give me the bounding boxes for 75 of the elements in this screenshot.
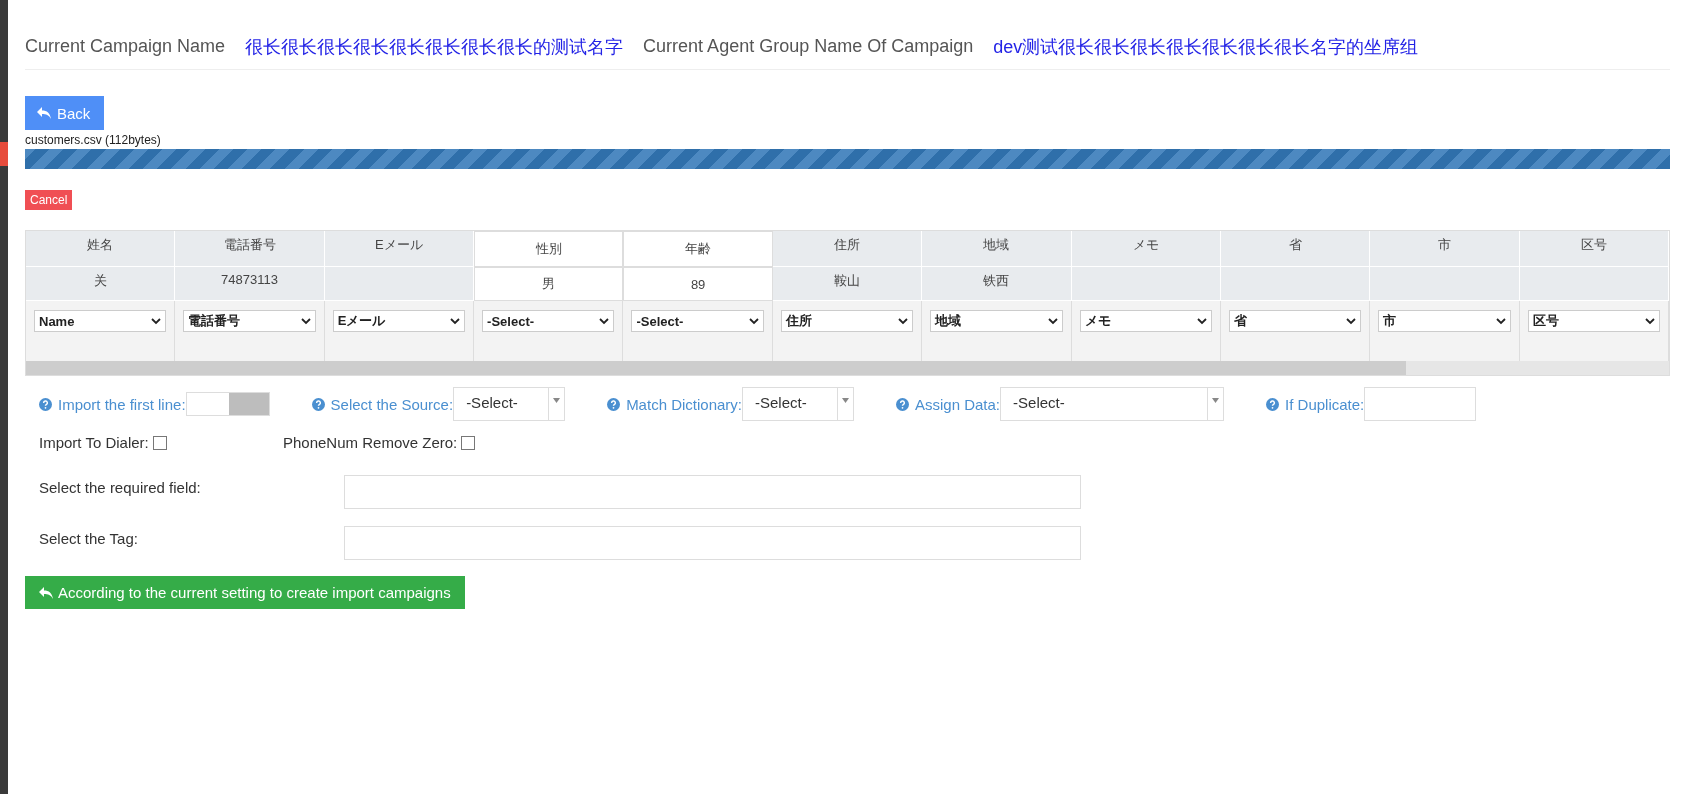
select-field[interactable]: -Select-	[453, 387, 566, 421]
checkbox[interactable]	[461, 435, 476, 450]
header-cell: メモ	[1071, 231, 1221, 267]
caret-icon	[553, 398, 561, 403]
scroll-thumb[interactable]	[26, 361, 1407, 375]
cell-value: 铁西	[983, 272, 1010, 290]
chevron-icon	[1495, 317, 1506, 325]
reply-icon	[37, 107, 51, 119]
caret-icon	[842, 398, 849, 403]
cell-value: 89	[690, 276, 706, 292]
input-field[interactable]	[344, 475, 1081, 509]
chevron-icon	[1346, 317, 1357, 325]
header-cell: 地域	[922, 231, 1072, 267]
help-icon	[39, 397, 52, 411]
option-label: If Duplicate:	[1285, 395, 1365, 413]
option-label: Select the Source:	[330, 395, 454, 413]
mapping-select[interactable]: 電話番号	[183, 310, 316, 332]
scroll-bar[interactable]	[26, 361, 1669, 375]
header-cell: 性別	[474, 231, 624, 267]
chevron-icon	[599, 317, 610, 325]
checkbox-label: Import To Dialer:	[39, 434, 149, 451]
help-icon	[1266, 397, 1280, 411]
side-tab[interactable]	[0, 142, 8, 166]
chevron-icon	[450, 317, 461, 325]
header-cell: 電話番号	[175, 231, 325, 267]
option-label: Import the first line:	[58, 395, 186, 413]
cell-value: 男	[542, 275, 556, 293]
help-icon	[607, 397, 621, 411]
chevron-icon	[748, 317, 759, 325]
mapping-select[interactable]: -Select-	[482, 310, 615, 332]
header-cell: 住所	[772, 231, 923, 267]
help-icon	[896, 397, 909, 411]
agent-group-label: Current Agent Group Name Of Campaign	[643, 36, 974, 57]
input-field[interactable]	[344, 526, 1081, 560]
select-field[interactable]: -Select-	[1000, 387, 1225, 421]
checkbox-label: PhoneNum Remove Zero:	[283, 434, 458, 451]
help-icon	[311, 397, 325, 411]
mapping-select[interactable]: 省	[1228, 310, 1362, 332]
cell-value: 74873113	[221, 272, 278, 287]
toggle-switch[interactable]	[185, 392, 270, 416]
cell-value: 关	[93, 272, 107, 290]
option-label: Match Dictionary:	[626, 395, 742, 413]
chevron-icon	[1645, 317, 1655, 325]
chevron-icon	[300, 317, 311, 325]
mapping-select[interactable]: 住所	[780, 310, 914, 332]
agent-group-name: dev测试很长很长很长很长很长很长很长名字的坐席组	[993, 35, 1419, 59]
input-field[interactable]	[1364, 387, 1477, 421]
mapping-select[interactable]: Eメール	[332, 310, 466, 332]
chevron-icon	[898, 317, 909, 325]
header-cell: 市	[1370, 231, 1520, 267]
mapping-select[interactable]: -Select-	[631, 310, 764, 332]
checkbox[interactable]	[152, 435, 167, 450]
file-name: customers.csv (112bytes)	[25, 133, 162, 147]
caret-icon	[1212, 398, 1220, 403]
mapping-select[interactable]: 地域	[930, 310, 1063, 332]
mapping-select[interactable]: メモ	[1079, 310, 1212, 332]
mapping-select[interactable]: 区号	[1527, 310, 1660, 332]
mapping-select[interactable]: 市	[1378, 310, 1511, 332]
cancel-button[interactable]: Cancel	[25, 190, 73, 210]
header-cell: 姓名	[26, 231, 176, 267]
select-field[interactable]: -Select-	[742, 387, 854, 421]
header-cell: 省	[1220, 231, 1371, 267]
header-cell: Eメール	[324, 231, 475, 267]
header-cell: 年齢	[623, 231, 773, 267]
chevron-icon	[1047, 317, 1058, 325]
campaign-name: 很长很长很长很长很长很长很长很长的测试名字	[245, 35, 624, 59]
mapping-select[interactable]: Name	[34, 310, 167, 332]
campaign-label: Current Campaign Name	[25, 36, 226, 57]
chevron-icon	[151, 317, 162, 325]
option-label: Assign Data:	[915, 395, 1001, 413]
field-label: Select the Tag:	[39, 529, 139, 547]
header-cell: 区号	[1519, 231, 1669, 267]
field-label: Select the required field:	[39, 478, 202, 496]
chevron-icon	[1196, 317, 1207, 325]
cell-value: 鞍山	[834, 272, 860, 290]
